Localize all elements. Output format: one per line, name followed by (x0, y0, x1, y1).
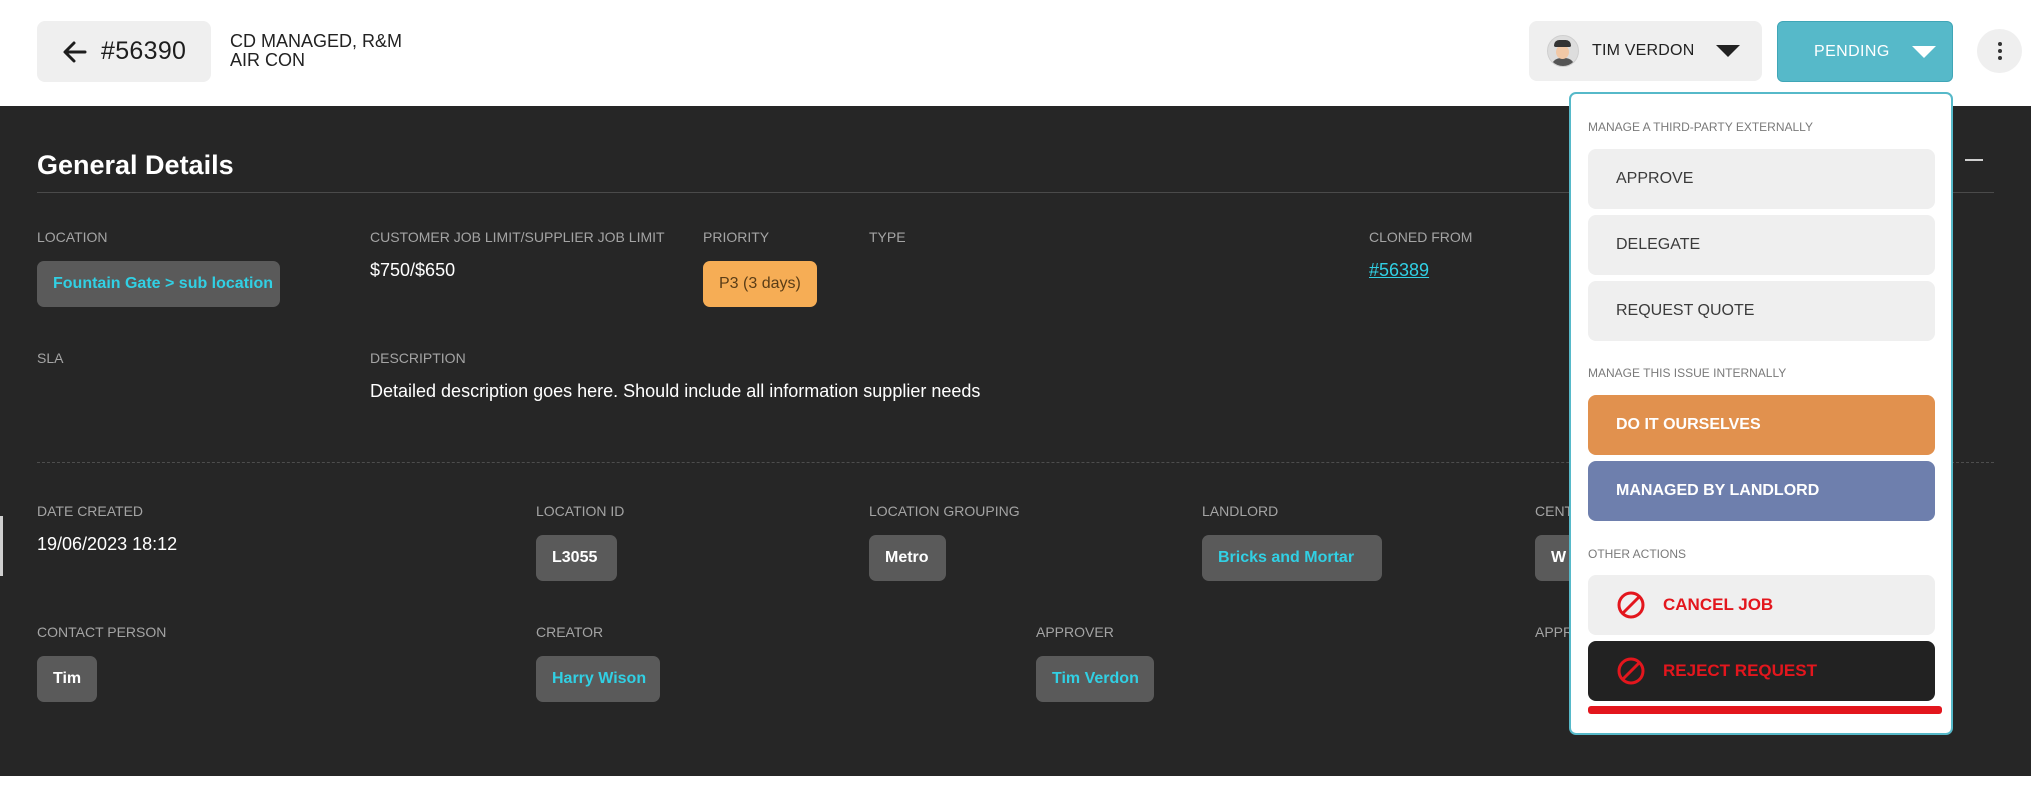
section-title: General Details (37, 150, 234, 180)
status-label: PENDING (1814, 42, 1890, 60)
location-grouping-label: LOCATION GROUPING (869, 503, 1020, 519)
approver-label: APPROVER (1036, 624, 1114, 640)
location-grouping-chip: Metro (869, 535, 946, 581)
managed-by-landlord-option[interactable]: MANAGED BY LANDLORD (1588, 461, 1935, 521)
arrow-left-icon (63, 41, 87, 62)
date-created-value: 19/06/2023 18:12 (37, 534, 178, 554)
job-limit-label: CUSTOMER JOB LIMIT/SUPPLIER JOB LIMIT (370, 229, 665, 245)
reject-request-label: REJECT REQUEST (1663, 661, 1817, 680)
description-label: DESCRIPTION (370, 350, 466, 366)
top-bar: #56390 CD MANAGED, R&M AIR CON TIM VERDO… (0, 0, 2031, 106)
type-label: TYPE (869, 229, 906, 245)
creator-label: CREATOR (536, 624, 604, 640)
kebab-dot (1997, 56, 2002, 60)
menu-group-other: OTHER ACTIONS (1588, 547, 1687, 561)
location-id-chip: L3055 (536, 535, 617, 581)
ban-icon (1617, 657, 1645, 685)
job-category-line2: AIR CON (230, 50, 306, 70)
location-id-label: LOCATION ID (536, 503, 625, 519)
cloned-from-link[interactable]: #56389 (1369, 260, 1429, 281)
description-value: Detailed description goes here. Should i… (370, 381, 981, 401)
request-quote-option[interactable]: REQUEST QUOTE (1588, 281, 1935, 341)
contact-person-chip: Tim (37, 656, 97, 702)
job-number: #56390 (101, 37, 187, 65)
assignee-dropdown[interactable]: TIM VERDON (1529, 21, 1762, 81)
status-actions-menu: MANAGE A THIRD-PARTY EXTERNALLY APPROVE … (1569, 92, 1953, 735)
caret-down-icon (1911, 45, 1936, 58)
scroll-indicator (0, 516, 3, 576)
job-category: CD MANAGED, R&M AIR CON (230, 32, 402, 70)
do-it-ourselves-option[interactable]: DO IT OURSELVES (1588, 395, 1935, 455)
location-label: LOCATION (37, 229, 108, 245)
centre-label: CENT (1535, 503, 1574, 519)
back-button[interactable]: #56390 (37, 21, 211, 82)
landlord-label: LANDLORD (1202, 503, 1279, 519)
hover-underline (1588, 706, 1942, 714)
avatar (1547, 35, 1579, 67)
job-limit-value: $750/$650 (370, 260, 456, 280)
approver-chip[interactable]: Tim Verdon (1036, 656, 1154, 702)
approve-option[interactable]: APPROVE (1588, 149, 1935, 209)
menu-group-external: MANAGE A THIRD-PARTY EXTERNALLY (1588, 120, 1813, 134)
reject-request-option[interactable]: REJECT REQUEST (1588, 641, 1935, 701)
cancel-job-label: CANCEL JOB (1663, 595, 1774, 614)
landlord-chip[interactable]: Bricks and Mortar (1202, 535, 1382, 581)
caret-down-icon (1716, 45, 1741, 57)
assignee-name: TIM VERDON (1592, 42, 1695, 59)
kebab-dot (1997, 49, 2002, 53)
delegate-option[interactable]: DELEGATE (1588, 215, 1935, 275)
location-chip[interactable]: Fountain Gate > sub location (37, 261, 280, 307)
creator-chip[interactable]: Harry Wison (536, 656, 660, 702)
sla-label: SLA (37, 350, 64, 366)
kebab-dot (1997, 42, 2002, 46)
menu-group-internal: MANAGE THIS ISSUE INTERNALLY (1588, 366, 1787, 380)
cloned-from-label: CLONED FROM (1369, 229, 1473, 245)
job-category-line1: CD MANAGED, R&M (230, 31, 403, 51)
priority-badge: P3 (3 days) (703, 261, 817, 307)
approval-label: APPR (1535, 624, 1574, 640)
contact-person-label: CONTACT PERSON (37, 624, 167, 640)
status-dropdown-button[interactable]: PENDING (1777, 21, 1953, 82)
priority-label: PRIORITY (703, 229, 770, 245)
cancel-job-option[interactable]: CANCEL JOB (1588, 575, 1935, 635)
ban-icon (1617, 591, 1645, 619)
minus-icon[interactable] (1965, 159, 1983, 161)
date-created-label: DATE CREATED (37, 503, 144, 519)
more-options-button[interactable] (1977, 29, 2022, 73)
